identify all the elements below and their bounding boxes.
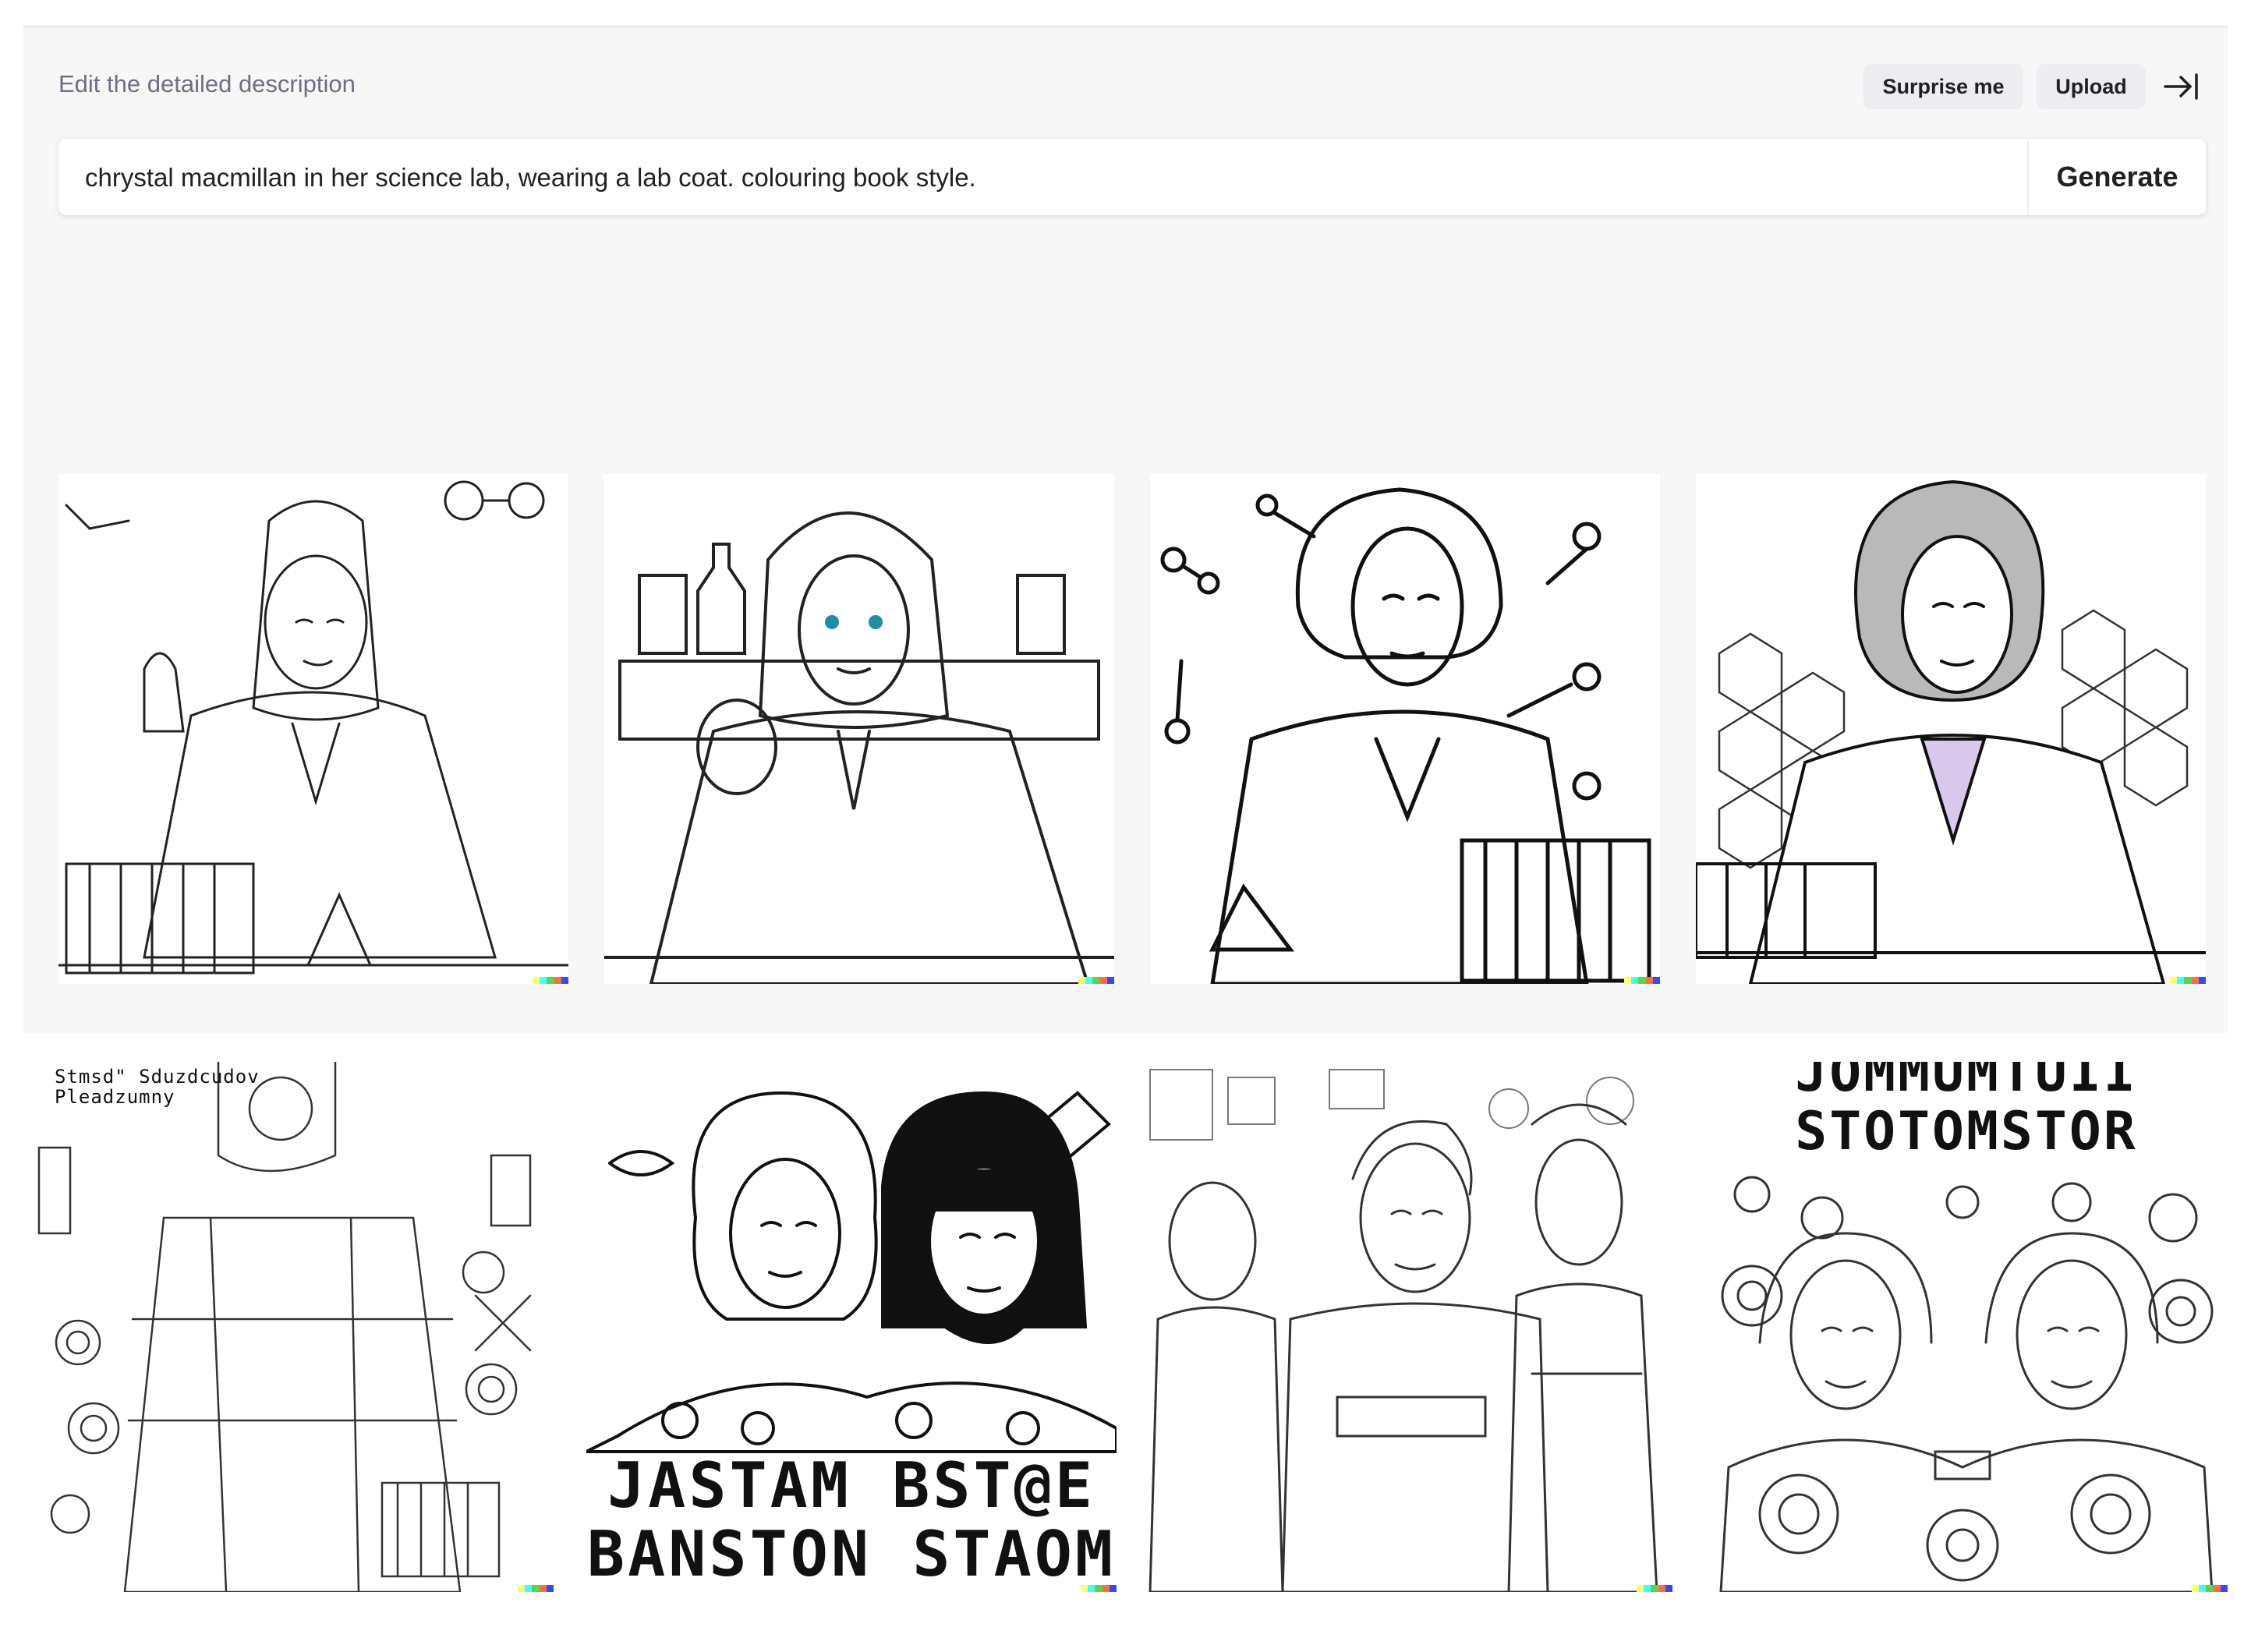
image-6-caption: JASTAM BST@E BANSTON STAOM [586, 1449, 1117, 1590]
result-image-4[interactable] [1696, 474, 2206, 984]
result-image-3[interactable] [1150, 474, 1660, 984]
image-5-caption: Stmsd" Sduzdcudov Pleadzumny [55, 1066, 260, 1109]
watermark-signature [2192, 1585, 2228, 1592]
surprise-me-button[interactable]: Surprise me [1863, 64, 2023, 109]
image-8-caption: JOMMUMTUII STOTOMSTOR [1795, 1062, 2138, 1162]
prompt-input[interactable] [83, 139, 2005, 217]
result-image-5[interactable]: Stmsd" Sduzdcudov Pleadzumny [23, 1062, 554, 1592]
result-image-6[interactable]: JASTAM BST@E BANSTON STAOM [586, 1062, 1117, 1592]
watermark-signature [533, 977, 568, 984]
prompt-box: Generate [58, 139, 2206, 217]
result-image-8[interactable]: JOMMUMTUII STOTOMSTOR [1705, 1062, 2228, 1592]
watermark-signature [1637, 1585, 1672, 1592]
upload-button[interactable]: Upload [2037, 64, 2146, 109]
watermark-signature [1081, 1585, 1117, 1592]
watermark-signature [1624, 977, 1660, 984]
watermark-signature [1078, 977, 1114, 984]
collapse-sidebar-icon[interactable] [2164, 72, 2200, 101]
watermark-signature [2170, 977, 2206, 984]
edit-description-hint: Edit the detailed description [58, 70, 356, 97]
result-image-1[interactable] [58, 474, 568, 984]
result-image-2[interactable] [604, 474, 1114, 984]
watermark-signature [518, 1585, 554, 1592]
result-image-7[interactable] [1142, 1062, 1672, 1592]
generate-button[interactable]: Generate [2029, 139, 2206, 215]
